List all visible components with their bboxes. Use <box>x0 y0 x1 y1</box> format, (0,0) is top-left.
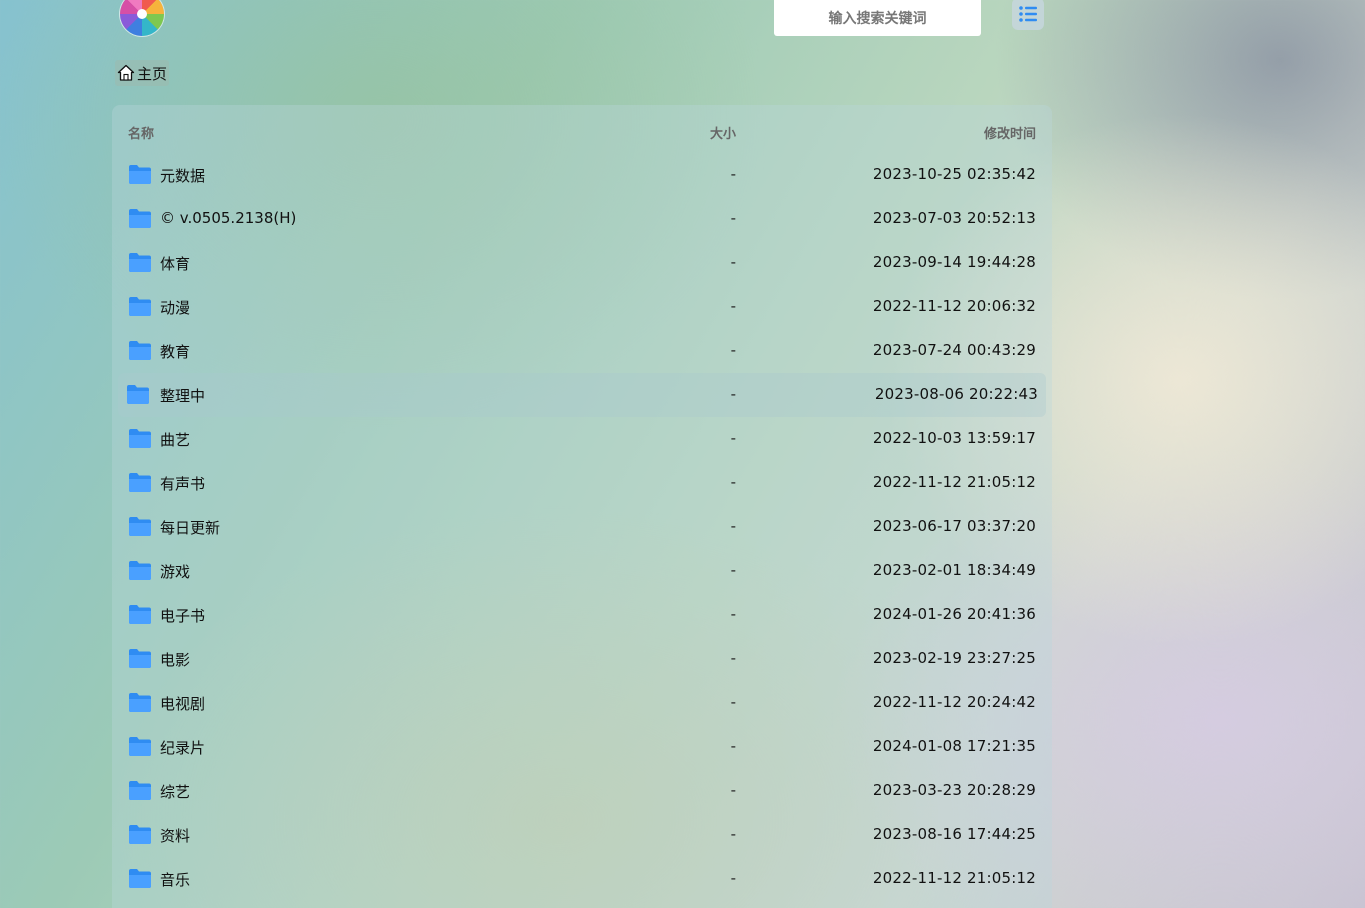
file-name[interactable]: 游戏 <box>160 561 190 582</box>
file-size: - <box>730 473 736 491</box>
file-mtime: 2023-07-24 00:43:29 <box>872 341 1036 359</box>
file-name[interactable]: 电子书 <box>160 605 205 626</box>
file-size: - <box>730 385 736 403</box>
table-row[interactable]: 音乐 - 2022-11-12 21:05:12 <box>112 857 1052 901</box>
file-size: - <box>730 253 736 271</box>
table-row[interactable]: 曲艺 - 2022-10-03 13:59:17 <box>112 417 1052 461</box>
table-row[interactable]: 游戏 - 2023-02-01 18:34:49 <box>112 549 1052 593</box>
file-mtime: 2022-11-12 20:06:32 <box>872 297 1036 315</box>
file-size: - <box>730 517 736 535</box>
file-mtime: 2023-08-16 17:44:25 <box>872 825 1036 843</box>
table-row[interactable]: © v.0505.2138(H) - 2023-07-03 20:52:13 <box>112 197 1052 241</box>
breadcrumb-home[interactable]: 主页 <box>115 60 170 86</box>
file-name[interactable]: 教育 <box>160 341 190 362</box>
file-size: - <box>730 605 736 623</box>
folder-icon <box>128 515 152 537</box>
folder-icon <box>128 691 152 713</box>
file-size: - <box>730 165 736 183</box>
column-header-mtime[interactable]: 修改时间 <box>984 123 1036 142</box>
folder-icon <box>128 603 152 625</box>
file-size: - <box>730 737 736 755</box>
file-name[interactable]: © v.0505.2138(H) <box>160 209 296 227</box>
file-mtime: 2023-03-23 20:28:29 <box>872 781 1036 799</box>
folder-icon <box>128 251 152 273</box>
file-mtime: 2024-01-26 20:41:36 <box>872 605 1036 623</box>
table-row[interactable]: 资料 - 2023-08-16 17:44:25 <box>112 813 1052 857</box>
table-row[interactable]: 整理中 - 2023-08-06 20:22:43 <box>118 373 1046 417</box>
list-view-icon <box>1019 6 1037 22</box>
file-mtime: 2023-02-01 18:34:49 <box>872 561 1036 579</box>
file-mtime: 2023-09-14 19:44:28 <box>872 253 1036 271</box>
folder-icon <box>128 735 152 757</box>
table-row[interactable]: 电视剧 - 2022-11-12 20:24:42 <box>112 681 1052 725</box>
file-mtime: 2023-10-25 02:35:42 <box>872 165 1036 183</box>
file-mtime: 2023-08-06 20:22:43 <box>874 385 1038 403</box>
folder-icon <box>128 295 152 317</box>
file-name[interactable]: 音乐 <box>160 869 190 890</box>
list-view-button[interactable] <box>1012 0 1044 30</box>
table-row[interactable]: 有声书 - 2022-11-12 21:05:12 <box>112 461 1052 505</box>
file-mtime: 2023-02-19 23:27:25 <box>872 649 1036 667</box>
folder-icon <box>128 823 152 845</box>
file-mtime: 2024-01-08 17:21:35 <box>872 737 1036 755</box>
folder-icon <box>128 867 152 889</box>
table-header: 名称 大小 修改时间 <box>112 105 1052 157</box>
file-name[interactable]: 电影 <box>160 649 190 670</box>
file-size: - <box>730 781 736 799</box>
folder-icon <box>126 383 150 405</box>
table-row[interactable]: 纪录片 - 2024-01-08 17:21:35 <box>112 725 1052 769</box>
file-size: - <box>730 429 736 447</box>
file-name[interactable]: 曲艺 <box>160 429 190 450</box>
home-icon <box>117 64 135 82</box>
table-row[interactable]: 电子书 - 2024-01-26 20:41:36 <box>112 593 1052 637</box>
search-input[interactable] <box>774 0 981 38</box>
file-mtime: 2022-11-12 21:05:12 <box>872 869 1036 887</box>
file-size: - <box>730 561 736 579</box>
file-name[interactable]: 综艺 <box>160 781 190 802</box>
folder-icon <box>128 559 152 581</box>
file-mtime: 2023-06-17 03:37:20 <box>872 517 1036 535</box>
breadcrumb-label: 主页 <box>137 64 168 83</box>
table-row[interactable]: 元数据 - 2023-10-25 02:35:42 <box>112 153 1052 197</box>
file-mtime: 2022-11-12 20:24:42 <box>872 693 1036 711</box>
table-row[interactable]: 体育 - 2023-09-14 19:44:28 <box>112 241 1052 285</box>
file-name[interactable]: 动漫 <box>160 297 190 318</box>
file-size: - <box>730 825 736 843</box>
table-row[interactable]: 每日更新 - 2023-06-17 03:37:20 <box>112 505 1052 549</box>
folder-icon <box>128 163 152 185</box>
file-mtime: 2022-11-12 21:05:12 <box>872 473 1036 491</box>
column-header-name[interactable]: 名称 <box>128 123 154 142</box>
file-size: - <box>730 297 736 315</box>
file-name[interactable]: 有声书 <box>160 473 205 494</box>
file-name[interactable]: 元数据 <box>160 165 205 186</box>
folder-icon <box>128 471 152 493</box>
folder-icon <box>128 339 152 361</box>
table-row[interactable]: 电影 - 2023-02-19 23:27:25 <box>112 637 1052 681</box>
file-size: - <box>730 693 736 711</box>
column-header-size[interactable]: 大小 <box>710 123 736 142</box>
table-row[interactable]: 教育 - 2023-07-24 00:43:29 <box>112 329 1052 373</box>
folder-icon <box>128 779 152 801</box>
file-size: - <box>730 209 736 227</box>
file-name[interactable]: 电视剧 <box>160 693 205 714</box>
file-size: - <box>730 869 736 887</box>
file-name[interactable]: 纪录片 <box>160 737 205 758</box>
file-name[interactable]: 资料 <box>160 825 190 846</box>
file-list-panel: 名称 大小 修改时间 元数据 - 2023-10-25 02:35:42 © v.05… <box>112 105 1052 908</box>
file-mtime: 2023-07-03 20:52:13 <box>872 209 1036 227</box>
table-row[interactable]: 动漫 - 2022-11-12 20:06:32 <box>112 285 1052 329</box>
search-box[interactable] <box>774 0 981 38</box>
folder-icon <box>128 647 152 669</box>
file-size: - <box>730 341 736 359</box>
app-logo[interactable] <box>120 0 164 36</box>
folder-icon <box>128 207 152 229</box>
file-name[interactable]: 整理中 <box>160 385 205 406</box>
file-list: 元数据 - 2023-10-25 02:35:42 © v.0505.2138(H) -… <box>112 153 1052 901</box>
file-size: - <box>730 649 736 667</box>
file-name[interactable]: 每日更新 <box>160 517 220 538</box>
file-mtime: 2022-10-03 13:59:17 <box>872 429 1036 447</box>
file-name[interactable]: 体育 <box>160 253 190 274</box>
folder-icon <box>128 427 152 449</box>
table-row[interactable]: 综艺 - 2023-03-23 20:28:29 <box>112 769 1052 813</box>
